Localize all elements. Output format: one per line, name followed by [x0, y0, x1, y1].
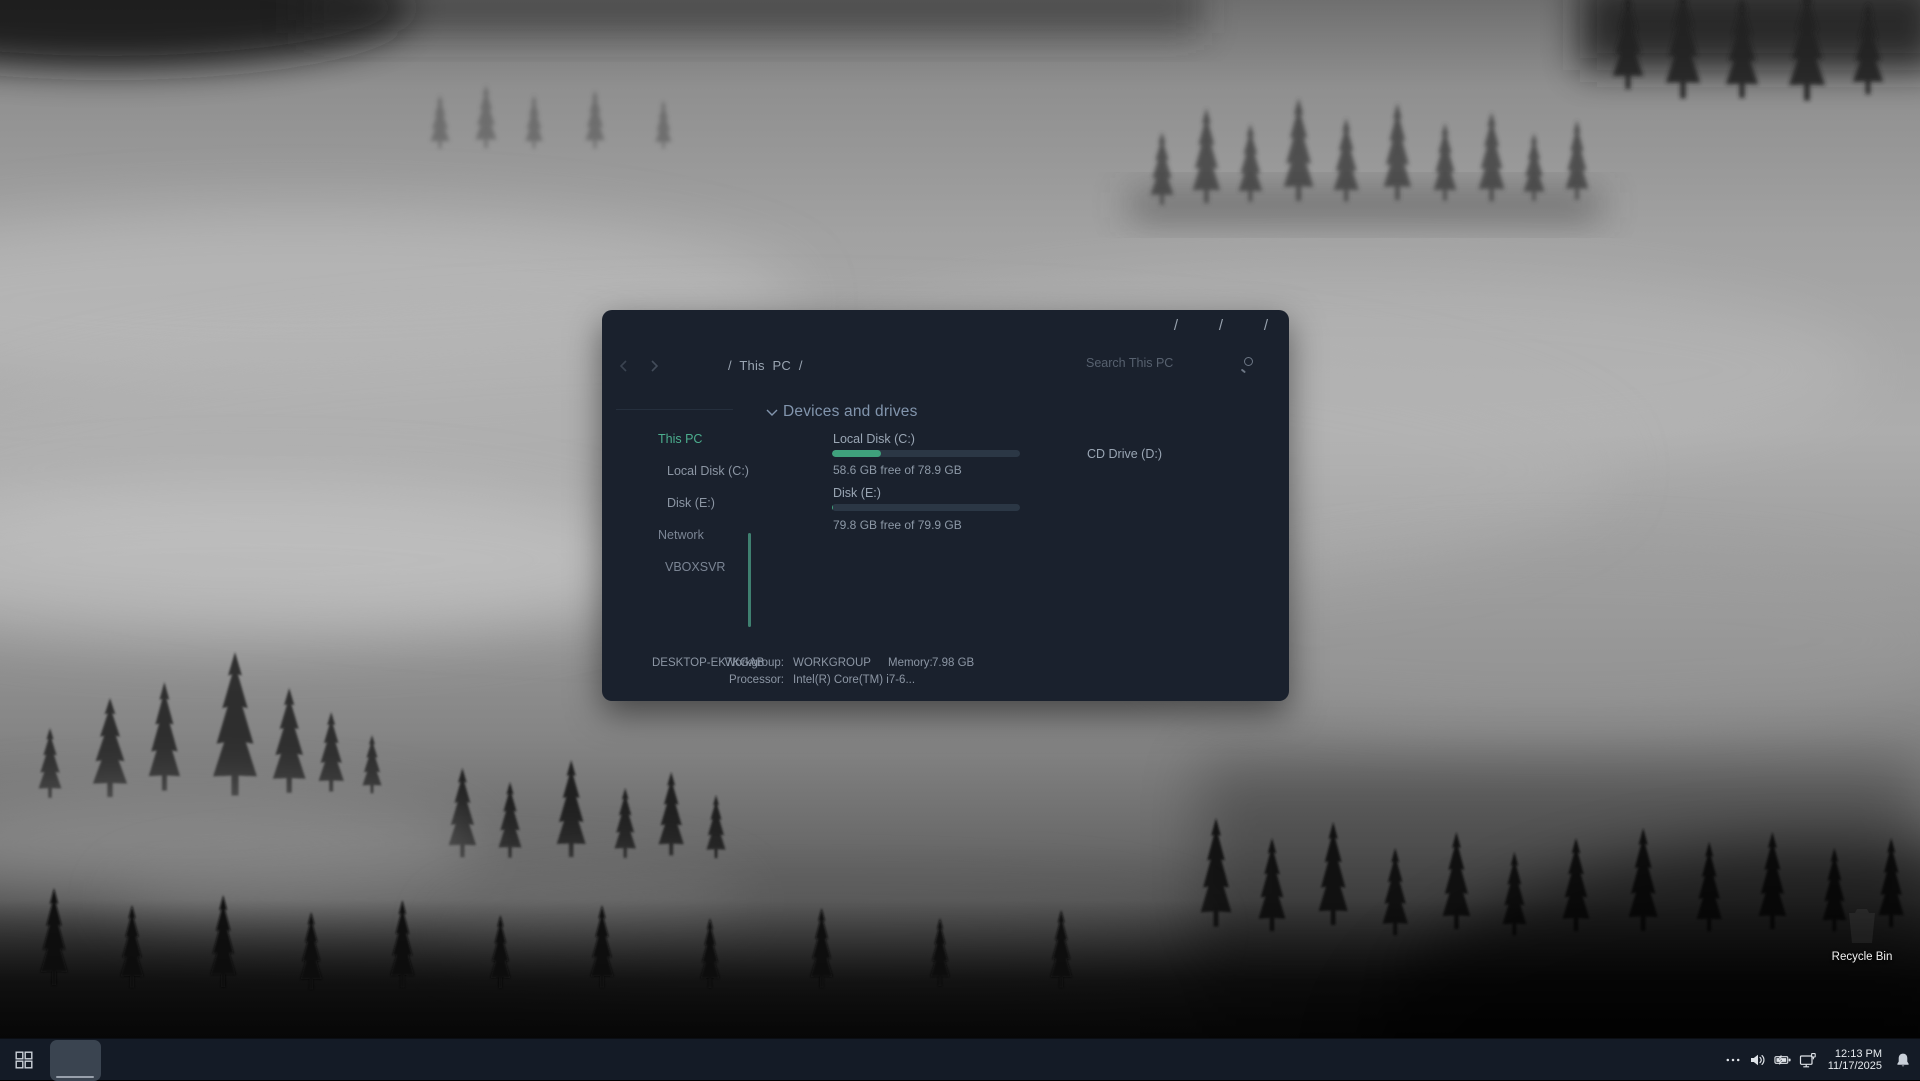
windows-grid-icon — [15, 1051, 33, 1069]
memory-label: Memory: — [888, 657, 933, 670]
window-controls: / / / — [1169, 315, 1273, 337]
battery-button[interactable] — [1774, 1051, 1792, 1069]
sidebar-item-vboxsvr[interactable]: VBOXSVR — [665, 555, 725, 579]
network-button[interactable] — [1799, 1051, 1817, 1069]
speaker-icon — [1749, 1052, 1766, 1068]
drive-name: CD Drive (D:) — [1087, 447, 1162, 461]
processor-value: Intel(R) Core(TM) i7-6... — [793, 674, 915, 687]
workgroup-value: WORKGROUP — [793, 657, 871, 670]
sidebar-scrollbar[interactable] — [748, 533, 751, 627]
search-box — [1086, 354, 1254, 378]
chevron-down-icon — [766, 408, 778, 417]
sidebar-divider — [616, 409, 733, 410]
taskbar-clock[interactable]: 12:13 PM 11/17/2025 — [1828, 1048, 1882, 1072]
clock-time: 12:13 PM — [1828, 1048, 1882, 1060]
battery-charging-icon — [1774, 1052, 1792, 1068]
drive-name: Disk (E:) — [833, 486, 881, 500]
section-header-label: Devices and drives — [783, 403, 918, 421]
sidebar-item-this-pc[interactable]: This PC — [658, 427, 702, 451]
back-button[interactable] — [614, 357, 632, 375]
sidebar-item-disk-e[interactable]: Disk (E:) — [667, 491, 715, 515]
system-tray: 12:13 PM 11/17/2025 — [1724, 1039, 1912, 1081]
status-bar: DESKTOP-EK7KGAB Workgroup: WORKGROUP Mem… — [602, 650, 1289, 694]
sidebar-item-network[interactable]: Network — [658, 523, 704, 547]
recycle-bin[interactable]: Recycle Bin — [1817, 905, 1907, 985]
sidebar-item-local-disk-c[interactable]: Local Disk (C:) — [667, 459, 749, 483]
taskbar-file-explorer-button[interactable] — [50, 1040, 101, 1081]
drive-usage-bar — [832, 504, 1020, 511]
section-header-devices-and-drives[interactable]: Devices and drives — [766, 403, 918, 421]
workgroup-label: Workgroup: — [694, 657, 784, 670]
file-explorer-window: / / / / This PC / This PC Local Disk (C:… — [602, 310, 1289, 701]
bell-icon — [1895, 1052, 1911, 1069]
clock-date: 11/17/2025 — [1828, 1060, 1882, 1072]
close-button[interactable]: / — [1259, 315, 1273, 337]
search-input[interactable] — [1086, 356, 1236, 370]
start-button[interactable] — [0, 1039, 48, 1081]
notification-center-button[interactable] — [1894, 1051, 1912, 1069]
chevron-left-icon — [618, 359, 628, 373]
hidden-icons-overflow-button[interactable] — [1724, 1051, 1742, 1069]
breadcrumb[interactable]: / This PC / — [728, 358, 803, 373]
drive-name: Local Disk (C:) — [833, 432, 915, 446]
chevron-right-icon — [650, 359, 660, 373]
network-display-icon — [1799, 1052, 1817, 1069]
overflow-dots-icon — [1725, 1052, 1741, 1068]
drive-free-space: 58.6 GB free of 78.9 GB — [833, 463, 962, 477]
maximize-button[interactable]: / — [1214, 315, 1228, 337]
recycle-bin-label: Recycle Bin — [1817, 951, 1907, 963]
minimize-button[interactable]: / — [1169, 315, 1183, 337]
active-app-indicator — [56, 1076, 94, 1078]
drive-usage-bar — [832, 450, 1020, 457]
drive-usage-fill — [832, 450, 881, 457]
drive-free-space: 79.8 GB free of 79.9 GB — [833, 518, 962, 532]
taskbar: 12:13 PM 11/17/2025 — [0, 1038, 1920, 1080]
processor-label: Processor: — [694, 674, 784, 687]
volume-button[interactable] — [1749, 1051, 1767, 1069]
memory-value: 7.98 GB — [932, 657, 974, 670]
search-icon[interactable] — [1240, 357, 1254, 371]
recycle-bin-icon — [1845, 905, 1879, 945]
forward-button[interactable] — [646, 357, 664, 375]
